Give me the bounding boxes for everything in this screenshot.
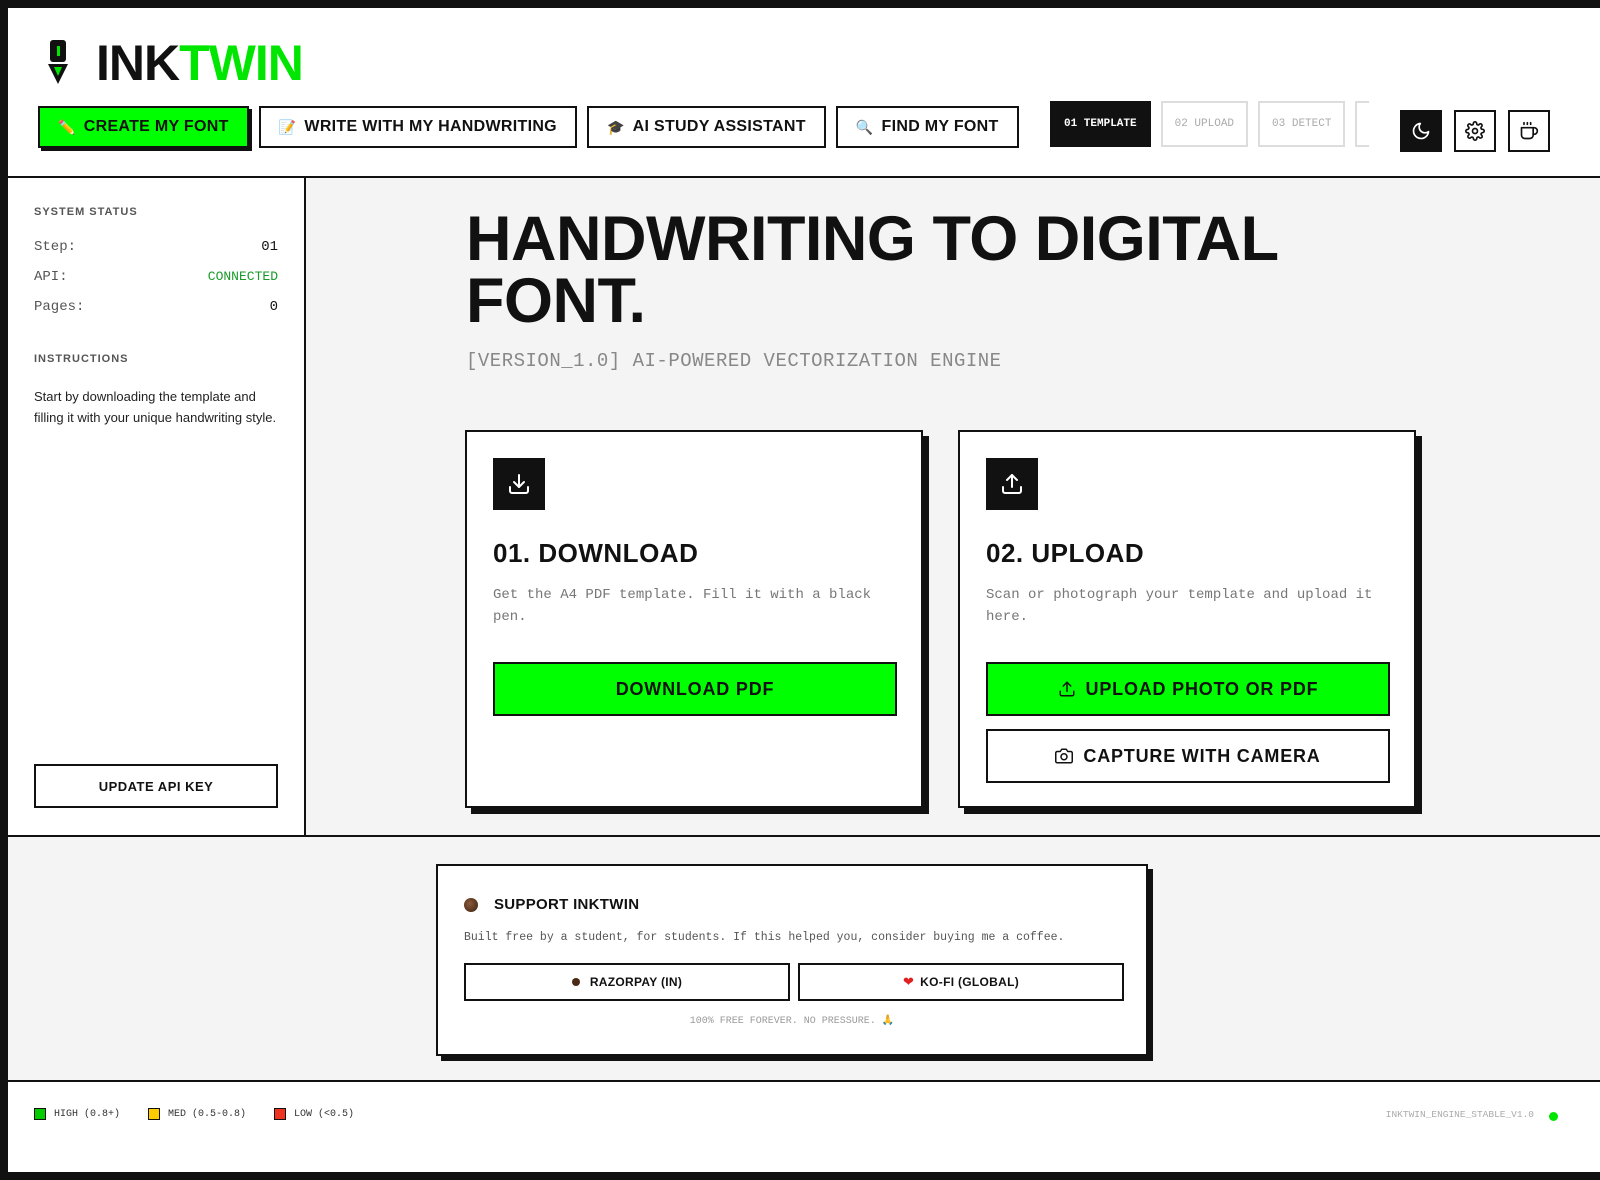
download-pdf-button[interactable]: DOWNLOAD PDF bbox=[493, 662, 897, 716]
coffee-cup-icon bbox=[1520, 121, 1539, 140]
status-key: Step: bbox=[34, 239, 77, 255]
status-live-dot bbox=[1549, 1112, 1558, 1121]
kofi-button[interactable]: ❤ KO-FI (GLOBAL) bbox=[798, 963, 1124, 1001]
upload-card-title: 02. UPLOAD bbox=[986, 538, 1145, 568]
status-value: 0 bbox=[269, 299, 278, 315]
magnifier-icon: 🔍 bbox=[855, 118, 874, 135]
write-with-handwriting-button[interactable]: 📝 WRITE WITH MY HANDWRITING bbox=[258, 106, 577, 148]
brand-name: INKTWIN bbox=[96, 35, 304, 91]
create-my-font-label: CREATE MY FONT bbox=[83, 118, 229, 135]
status-row-pages: Pages: 0 bbox=[34, 299, 278, 315]
system-status-heading: SYSTEM STATUS bbox=[34, 206, 138, 218]
main-nav: ✏️ CREATE MY FONT 📝 WRITE WITH MY HANDWR… bbox=[38, 106, 1029, 148]
download-pdf-label: DOWNLOAD PDF bbox=[615, 678, 775, 699]
legend-label: LOW (<0.5) bbox=[294, 1108, 355, 1120]
find-my-font-label: FIND MY FONT bbox=[881, 118, 999, 135]
logo[interactable]: INKTWIN bbox=[44, 35, 304, 91]
razorpay-button[interactable]: RAZORPAY (IN) bbox=[464, 963, 790, 1001]
step-detect[interactable]: 03 DETECT bbox=[1258, 101, 1346, 147]
upload-small-icon bbox=[1058, 680, 1076, 698]
engine-version: INKTWIN_ENGINE_STABLE_V1.0 bbox=[1385, 1109, 1534, 1120]
download-icon bbox=[509, 474, 529, 494]
update-api-key-button[interactable]: UPDATE API KEY bbox=[34, 764, 278, 808]
support-title-text: SUPPORT INKTWIN bbox=[494, 896, 640, 913]
download-card: 01. DOWNLOAD Get the A4 PDF template. Fi… bbox=[465, 430, 923, 808]
support-desc: Built free by a student, for students. I… bbox=[464, 931, 1065, 944]
moon-icon bbox=[1412, 122, 1430, 140]
main-panel: HANDWRITING TO DIGITAL FONT. [VERSION_1.… bbox=[306, 178, 1600, 835]
step-template[interactable]: 01 TEMPLATE bbox=[1050, 101, 1151, 147]
ai-study-assistant-label: AI STUDY ASSISTANT bbox=[632, 118, 806, 135]
legend-swatch bbox=[148, 1108, 161, 1120]
graduation-cap-icon: 🎓 bbox=[606, 118, 625, 135]
support-title: SUPPORT INKTWIN bbox=[464, 896, 639, 913]
legend-swatch bbox=[34, 1108, 46, 1120]
support-section: SUPPORT INKTWIN Built free by a student,… bbox=[8, 835, 1600, 1080]
support-coffee-button[interactable] bbox=[1508, 110, 1550, 152]
kofi-label: KO-FI (GLOBAL) bbox=[920, 975, 1020, 989]
status-key: Pages: bbox=[34, 299, 85, 315]
coffee-bean-icon bbox=[464, 897, 478, 912]
instructions-heading: INSTRUCTIONS bbox=[34, 353, 129, 365]
legend-med: MED (0.5-0.8) bbox=[148, 1108, 246, 1120]
status-row-api: API: CONNECTED bbox=[34, 269, 278, 285]
download-card-desc: Get the A4 PDF template. Fill it with a … bbox=[493, 587, 872, 625]
legend-low: LOW (<0.5) bbox=[274, 1108, 354, 1120]
coffee-dot-icon bbox=[571, 978, 580, 986]
dark-mode-button[interactable] bbox=[1400, 110, 1442, 152]
upload-card-desc: Scan or photograph your template and upl… bbox=[986, 587, 1373, 625]
find-my-font-button[interactable]: 🔍 FIND MY FONT bbox=[835, 106, 1019, 148]
pencil-icon: ✏️ bbox=[58, 118, 76, 135]
gear-icon bbox=[1465, 121, 1485, 141]
upload-card-icon-box bbox=[986, 458, 1038, 510]
write-with-handwriting-label: WRITE WITH MY HANDWRITING bbox=[304, 118, 557, 135]
upload-icon bbox=[1002, 474, 1022, 494]
status-row-step: Step: 01 bbox=[34, 239, 278, 255]
heart-icon: ❤ bbox=[902, 974, 915, 989]
status-key: API: bbox=[34, 269, 68, 285]
header: INKTWIN ✏️ CREATE MY FONT 📝 WRITE WITH M… bbox=[8, 8, 1600, 178]
legend-high: HIGH (0.8+) bbox=[34, 1108, 120, 1120]
memo-icon: 📝 bbox=[278, 118, 297, 135]
step-overflow bbox=[1355, 101, 1370, 147]
confidence-legend: HIGH (0.8+) MED (0.5-0.8) LOW (<0.5) bbox=[34, 1108, 382, 1120]
create-my-font-button[interactable]: ✏️ CREATE MY FONT bbox=[38, 106, 249, 148]
support-card: SUPPORT INKTWIN Built free by a student,… bbox=[436, 864, 1148, 1056]
download-card-icon-box bbox=[493, 458, 545, 510]
settings-button[interactable] bbox=[1454, 110, 1496, 152]
page-title: HANDWRITING TO DIGITAL FONT. bbox=[466, 204, 1466, 336]
support-footnote: 100% FREE FOREVER. NO PRESSURE. 🙏 bbox=[689, 1016, 895, 1027]
legend-swatch bbox=[274, 1108, 287, 1120]
footer: HIGH (0.8+) MED (0.5-0.8) LOW (<0.5) INK… bbox=[8, 1080, 1600, 1148]
download-card-title: 01. DOWNLOAD bbox=[493, 538, 699, 568]
brand-twin: TWIN bbox=[179, 35, 304, 91]
status-value: CONNECTED bbox=[207, 269, 278, 284]
pen-logo-icon bbox=[48, 40, 68, 84]
upload-photo-pdf-button[interactable]: UPLOAD PHOTO OR PDF bbox=[986, 662, 1390, 716]
legend-label: MED (0.5-0.8) bbox=[168, 1108, 247, 1120]
sidebar: SYSTEM STATUS Step: 01 API: CONNECTED Pa… bbox=[8, 178, 306, 835]
status-value: 01 bbox=[261, 239, 278, 255]
razorpay-label: RAZORPAY (IN) bbox=[589, 975, 683, 989]
app-frame: INKTWIN ✏️ CREATE MY FONT 📝 WRITE WITH M… bbox=[8, 8, 1600, 1172]
step-indicator: 01 TEMPLATE 02 UPLOAD 03 DETECT bbox=[1050, 101, 1379, 147]
camera-icon bbox=[1055, 747, 1074, 765]
brand-ink: INK bbox=[96, 35, 180, 91]
page-subtitle: [VERSION_1.0] AI-POWERED VECTORIZATION E… bbox=[466, 350, 1002, 372]
step-upload[interactable]: 02 UPLOAD bbox=[1160, 101, 1249, 147]
upload-photo-pdf-label: UPLOAD PHOTO OR PDF bbox=[1085, 678, 1319, 699]
ai-study-assistant-button[interactable]: 🎓 AI STUDY ASSISTANT bbox=[586, 106, 826, 148]
page-title-line2: FONT. bbox=[466, 266, 646, 336]
page-title-line1: HANDWRITING TO DIGITAL bbox=[466, 204, 1279, 274]
capture-camera-label: CAPTURE WITH CAMERA bbox=[1083, 745, 1321, 766]
upload-card: 02. UPLOAD Scan or photograph your templ… bbox=[958, 430, 1416, 808]
capture-camera-button[interactable]: CAPTURE WITH CAMERA bbox=[986, 729, 1390, 783]
legend-label: HIGH (0.8+) bbox=[54, 1108, 121, 1120]
instructions-text: Start by downloading the template and fi… bbox=[34, 389, 277, 425]
